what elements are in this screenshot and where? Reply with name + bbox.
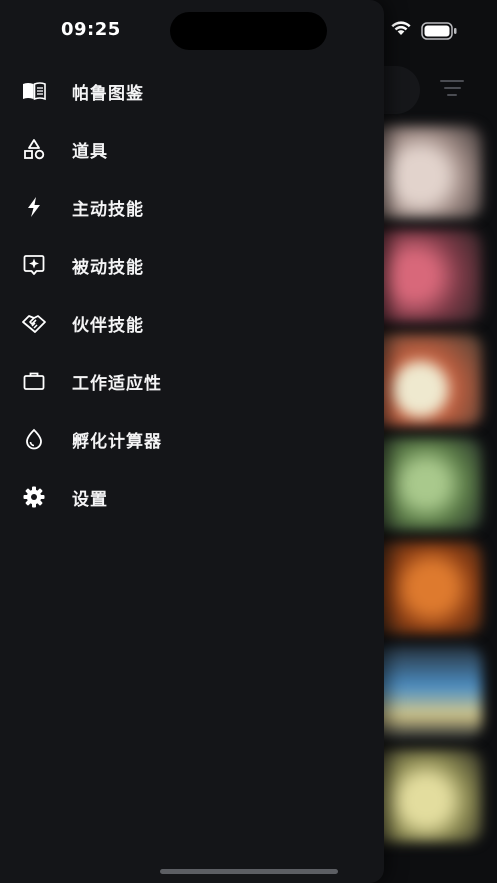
home-indicator[interactable] [160, 869, 338, 874]
background-card-1[interactable] [370, 126, 482, 218]
filter-icon[interactable] [440, 80, 464, 100]
book-icon [22, 79, 46, 103]
background-card-2[interactable] [370, 230, 482, 322]
menu-item-passive-skills[interactable]: 被动技能 [0, 236, 384, 294]
menu-item-label: 伙伴技能 [72, 315, 144, 336]
background-card-6[interactable] [370, 646, 482, 738]
background-card-7[interactable] [370, 750, 482, 842]
shapes-icon [22, 137, 46, 161]
lightning-icon [22, 195, 46, 219]
background-card-5[interactable] [370, 542, 482, 634]
background-card-4[interactable] [370, 438, 482, 530]
menu-item-label: 帕鲁图鉴 [72, 83, 144, 104]
menu-item-label: 被动技能 [72, 257, 144, 278]
menu-item-work-suitability[interactable]: 工作适应性 [0, 352, 384, 410]
dynamic-island [170, 12, 327, 50]
menu-item-breeding-calculator[interactable]: 孵化计算器 [0, 410, 384, 468]
menu-item-label: 设置 [72, 489, 108, 510]
gear-icon [22, 485, 46, 509]
battery-icon [421, 22, 457, 40]
status-time: 09:25 [61, 19, 121, 40]
briefcase-icon [22, 369, 46, 393]
menu-item-settings[interactable]: 设置 [0, 468, 384, 526]
menu-item-partner-skills[interactable]: 伙伴技能 [0, 294, 384, 352]
menu-item-pal-encyclopedia[interactable]: 帕鲁图鉴 [0, 62, 384, 120]
wifi-icon [391, 21, 411, 35]
sparkle-box-icon [22, 253, 46, 277]
handshake-icon [22, 311, 46, 335]
navigation-drawer: 09:25 帕鲁图鉴 道具 主动技能 被动技能 伙伴技能 工作适应性 孵化计算器… [0, 0, 384, 883]
menu-item-label: 工作适应性 [72, 373, 162, 394]
menu-item-active-skills[interactable]: 主动技能 [0, 178, 384, 236]
menu-item-label: 道具 [72, 141, 108, 162]
menu-item-label: 孵化计算器 [72, 431, 162, 452]
background-card-3[interactable] [370, 334, 482, 426]
egg-drop-icon [22, 427, 46, 451]
menu-item-items[interactable]: 道具 [0, 120, 384, 178]
menu-item-label: 主动技能 [72, 199, 144, 220]
